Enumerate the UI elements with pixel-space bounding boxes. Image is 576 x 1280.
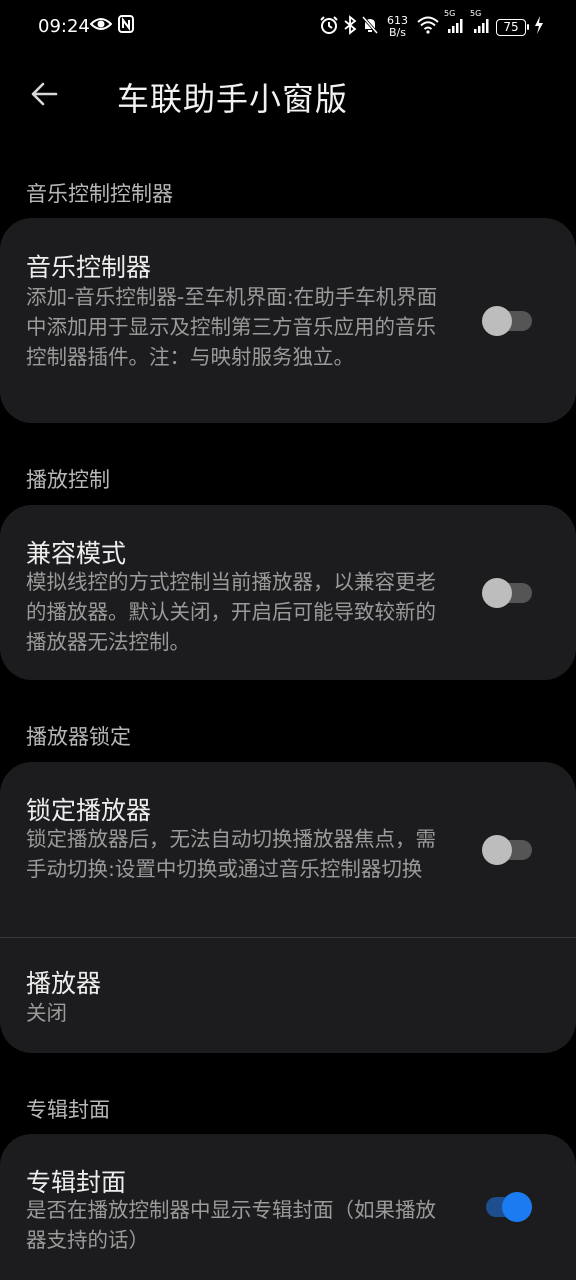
album-cover-toggle[interactable] [482,1192,532,1222]
row-title: 锁定播放器 [26,796,152,825]
row-title: 专辑封面 [26,1168,127,1197]
wifi-icon [416,15,440,39]
network-speed-unit: B/s [389,26,406,39]
signal-label-2: 5G [470,9,482,18]
setting-row-player[interactable]: 播放器 关闭 [0,938,576,1053]
card-playback: 兼容模式 模拟线控的方式控制当前播放器，以兼容更老的播放器。默认关闭，开启后可能… [0,505,576,680]
section-header-album: 专辑封面 [26,1098,110,1122]
arrow-left-icon [29,79,59,113]
bluetooth-icon [343,15,357,39]
card-music: 音乐控制器 添加-音乐控制器-至车机界面:在助手车机界面中添加用于显示及控制第三… [0,218,576,423]
compat-mode-toggle[interactable] [482,578,532,608]
row-description: 模拟线控的方式控制当前播放器，以兼容更老的播放器。默认关闭，开启后可能导致较新的… [26,570,436,654]
toggle-thumb [482,835,512,865]
back-button[interactable] [22,74,66,118]
setting-row-music-controller[interactable]: 音乐控制器 添加-音乐控制器-至车机界面:在助手车机界面中添加用于显示及控制第三… [0,218,576,423]
toggle-thumb [502,1192,532,1222]
battery-indicator: 75 [496,18,529,36]
section-header-lock: 播放器锁定 [26,725,131,749]
card-lock: 锁定播放器 锁定播放器后，无法自动切换播放器焦点，需手动切换:设置中切换或通过音… [0,762,576,1053]
status-bar: 09:24 613 B/s 5G 5G 75 [0,0,576,56]
row-value: 关闭 [26,1001,67,1025]
bell-off-icon [361,15,379,39]
network-speed: 613 B/s [387,15,408,39]
status-right-icons: 613 B/s 5G 5G 75 [319,9,544,42]
setting-row-compat-mode[interactable]: 兼容模式 模拟线控的方式控制当前播放器，以兼容更老的播放器。默认关闭，开启后可能… [0,505,576,680]
status-left-icons [89,15,134,37]
page-title: 车联助手小窗版 [117,80,349,118]
bolt-icon [534,16,544,38]
eye-icon [89,16,113,36]
signal-icon-2: 5G [470,9,492,39]
row-title: 播放器 [26,969,102,998]
alarm-icon [319,15,339,39]
nfc-icon [118,15,134,37]
signal-icon: 5G [444,9,466,39]
toggle-thumb [482,306,512,336]
setting-row-album-cover[interactable]: 专辑封面 是否在播放控制器中显示专辑封面（如果播放器支持的话） [0,1134,576,1280]
section-header-playback: 播放控制 [26,468,110,492]
app-bar: 车联助手小窗版 [0,56,576,136]
row-description: 锁定播放器后，无法自动切换播放器焦点，需手动切换:设置中切换或通过音乐控制器切换 [26,827,436,881]
toggle-thumb [482,578,512,608]
lock-player-toggle[interactable] [482,835,532,865]
row-title: 音乐控制器 [26,253,152,282]
section-header-music: 音乐控制控制器 [26,182,173,206]
signal-label-1: 5G [444,9,456,18]
card-album: 专辑封面 是否在播放控制器中显示专辑封面（如果播放器支持的话） [0,1134,576,1280]
row-description: 是否在播放控制器中显示专辑封面（如果播放器支持的话） [26,1198,436,1252]
music-controller-toggle[interactable] [482,306,532,336]
setting-row-lock-player[interactable]: 锁定播放器 锁定播放器后，无法自动切换播放器焦点，需手动切换:设置中切换或通过音… [0,762,576,937]
status-time: 09:24 [38,16,90,37]
row-title: 兼容模式 [26,539,127,568]
row-description: 添加-音乐控制器-至车机界面:在助手车机界面中添加用于显示及控制第三方音乐应用的… [26,285,438,369]
